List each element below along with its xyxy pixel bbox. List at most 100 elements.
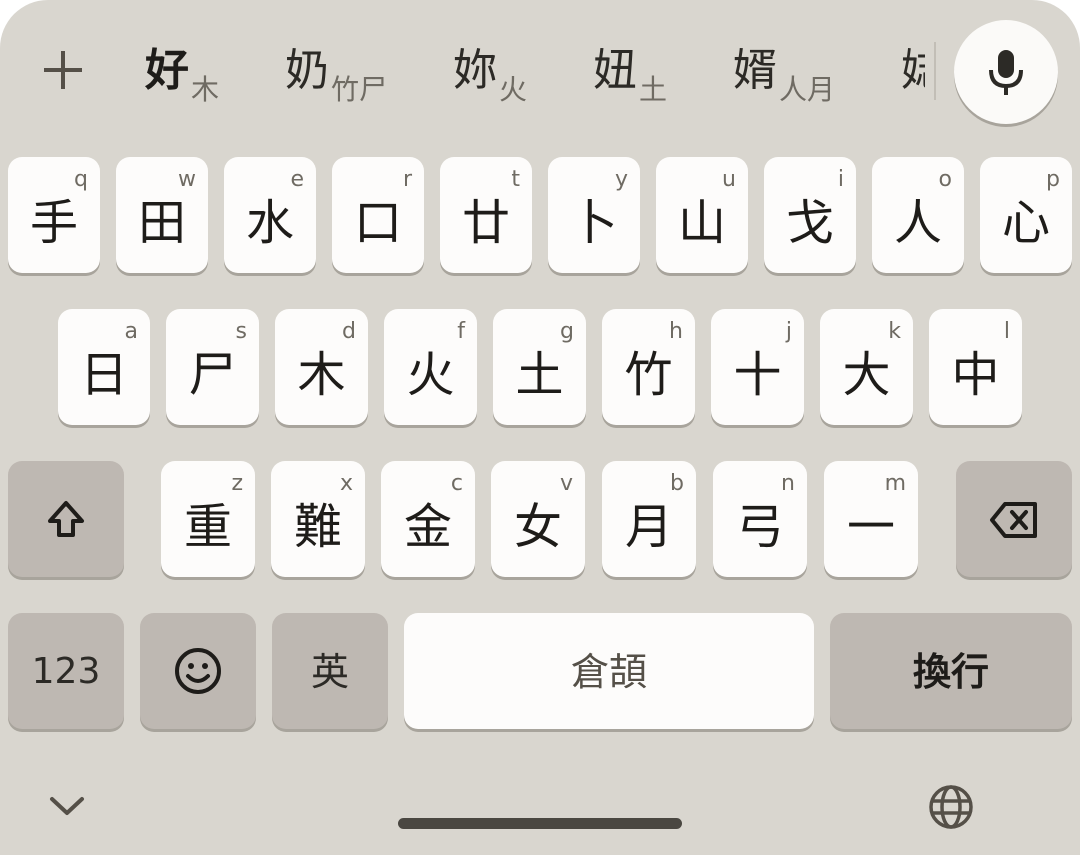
candidate-char: 娡 xyxy=(901,45,925,96)
shift-key[interactable] xyxy=(8,461,124,577)
key-d[interactable]: d 木 xyxy=(275,309,368,425)
key-char: 難 xyxy=(293,499,342,555)
enter-key[interactable]: 換行 xyxy=(830,613,1072,729)
key-char: 口 xyxy=(353,195,402,251)
key-i[interactable]: i 戈 xyxy=(764,157,856,273)
key-hint: a xyxy=(124,319,138,344)
key-hint: r xyxy=(402,167,412,192)
key-hint: k xyxy=(888,319,901,344)
key-char: 女 xyxy=(513,499,562,555)
key-char: 手 xyxy=(29,195,78,251)
candidate-code: 竹尸 xyxy=(331,73,388,106)
backspace-icon xyxy=(990,502,1037,538)
key-char: 卜 xyxy=(569,195,618,251)
candidate-char: 婿 xyxy=(733,45,777,96)
key-char: 田 xyxy=(137,195,186,251)
candidate[interactable]: 妞土 xyxy=(593,40,667,110)
key-char: 水 xyxy=(245,195,294,251)
key-v[interactable]: v 女 xyxy=(491,461,585,577)
key-w[interactable]: w 田 xyxy=(116,157,208,273)
key-char: 一 xyxy=(846,499,895,555)
key-hint: j xyxy=(785,319,792,344)
key-hint: c xyxy=(450,471,463,496)
chevron-down-icon[interactable] xyxy=(48,794,86,818)
key-n[interactable]: n 弓 xyxy=(713,461,807,577)
key-o[interactable]: o 人 xyxy=(872,157,964,273)
candidate-list: 好木 奶竹尸 妳火 妞土 婿人月 娡 xyxy=(145,40,925,110)
key-m[interactable]: m 一 xyxy=(824,461,918,577)
candidate[interactable]: 妳火 xyxy=(453,40,527,110)
key-h[interactable]: h 竹 xyxy=(602,309,695,425)
enter-key-label: 換行 xyxy=(912,650,989,694)
key-hint: l xyxy=(1003,319,1010,344)
key-hint: t xyxy=(511,167,520,192)
candidate-code: 土 xyxy=(639,73,668,106)
key-k[interactable]: k 大 xyxy=(820,309,913,425)
key-a[interactable]: a 日 xyxy=(58,309,150,425)
key-char: 中 xyxy=(951,347,1000,403)
key-hint: e xyxy=(290,167,304,192)
key-p[interactable]: p 心 xyxy=(980,157,1072,273)
numbers-key-label: 123 xyxy=(31,651,101,692)
candidate-char: 好 xyxy=(145,45,189,96)
key-l[interactable]: l 中 xyxy=(929,309,1022,425)
candidate[interactable]: 好木 xyxy=(145,40,219,110)
key-char: 尸 xyxy=(188,347,237,403)
key-hint: b xyxy=(670,471,684,496)
key-hint: x xyxy=(339,471,353,496)
key-y[interactable]: y 卜 xyxy=(548,157,640,273)
key-hint: i xyxy=(837,167,844,192)
key-char: 十 xyxy=(733,347,782,403)
numbers-key[interactable]: 123 xyxy=(8,613,124,729)
key-hint: y xyxy=(614,167,628,192)
voice-input-button[interactable] xyxy=(954,20,1058,124)
candidate-char: 妞 xyxy=(593,45,637,96)
key-char: 重 xyxy=(183,499,232,555)
key-hint: o xyxy=(938,167,952,192)
key-q[interactable]: q 手 xyxy=(8,157,100,273)
key-u[interactable]: u 山 xyxy=(656,157,748,273)
key-c[interactable]: c 金 xyxy=(381,461,475,577)
key-hint: n xyxy=(781,471,795,496)
language-key[interactable]: 英 xyxy=(272,613,388,729)
key-char: 戈 xyxy=(785,195,834,251)
candidate-code: 人月 xyxy=(779,73,836,106)
key-t[interactable]: t 廿 xyxy=(440,157,532,273)
key-j[interactable]: j 十 xyxy=(711,309,804,425)
key-g[interactable]: g 土 xyxy=(493,309,586,425)
key-char: 月 xyxy=(624,499,673,555)
key-hint: v xyxy=(559,471,573,496)
backspace-key[interactable] xyxy=(956,461,1072,577)
key-e[interactable]: e 水 xyxy=(224,157,316,273)
key-s[interactable]: s 尸 xyxy=(166,309,259,425)
key-hint: w xyxy=(178,167,196,192)
key-x[interactable]: x 難 xyxy=(271,461,365,577)
key-hint: d xyxy=(342,319,356,344)
key-hint: m xyxy=(884,471,906,496)
key-hint: s xyxy=(235,319,247,344)
key-char: 土 xyxy=(515,347,564,403)
key-hint: p xyxy=(1046,167,1060,192)
space-key-label: 倉頡 xyxy=(570,650,647,694)
key-char: 心 xyxy=(1001,195,1050,251)
key-char: 山 xyxy=(677,195,726,251)
key-z[interactable]: z 重 xyxy=(161,461,255,577)
key-char: 大 xyxy=(842,347,891,403)
suggestion-strip: 好木 奶竹尸 妳火 妞土 婿人月 娡 xyxy=(0,0,1080,140)
key-r[interactable]: r 口 xyxy=(332,157,424,273)
candidate[interactable]: 娡 xyxy=(901,40,925,110)
key-b[interactable]: b 月 xyxy=(602,461,696,577)
key-char: 竹 xyxy=(624,347,673,403)
key-char: 金 xyxy=(403,499,452,555)
shift-arrow-icon xyxy=(48,501,84,537)
globe-icon[interactable] xyxy=(928,784,974,830)
keyboard: 好木 奶竹尸 妳火 妞土 婿人月 娡 q 手 w 田 e 水 r 口 t 廿 y… xyxy=(0,0,1080,855)
candidate[interactable]: 婿人月 xyxy=(733,40,835,110)
key-f[interactable]: f 火 xyxy=(384,309,477,425)
home-indicator[interactable] xyxy=(398,818,682,829)
plus-icon[interactable] xyxy=(40,47,86,93)
emoji-key[interactable] xyxy=(140,613,256,729)
candidate[interactable]: 奶竹尸 xyxy=(285,40,387,110)
space-key[interactable]: 倉頡 xyxy=(404,613,814,729)
key-hint: g xyxy=(560,319,574,344)
